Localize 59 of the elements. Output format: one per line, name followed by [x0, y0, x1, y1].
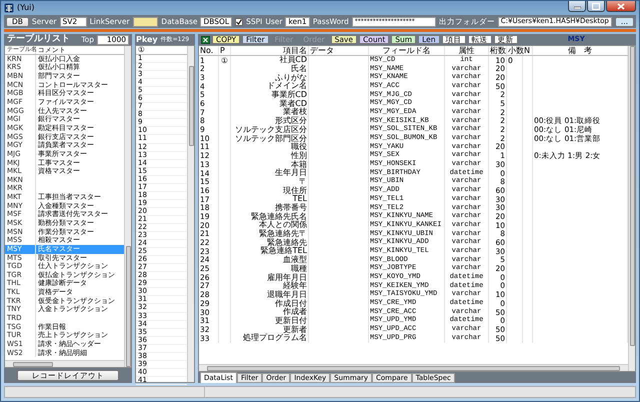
table-cell: 本人との関係: [231, 221, 309, 230]
horizontal-scrollbar[interactable]: [5, 360, 124, 367]
vertical-scrollbar[interactable]: [187, 46, 194, 382]
table-cell: 性別: [231, 152, 309, 160]
vertical-scrollbar[interactable]: [628, 46, 635, 371]
table-cell: 処理プログラム名: [231, 334, 309, 343]
table-cell: 現住所: [231, 186, 309, 195]
maximize-icon: [592, 2, 600, 10]
table-cell: ふりがな: [231, 73, 309, 82]
maximize-button[interactable]: [587, 1, 605, 12]
minimize-button[interactable]: [568, 1, 586, 12]
table-cell: 業者枝: [231, 108, 309, 117]
table-cell: 業者CD: [231, 99, 309, 108]
column-header: 属性: [445, 46, 489, 55]
column-header: 小数: [507, 46, 523, 55]
table-cell: 緊急連絡TEL: [231, 247, 309, 256]
horizontal-scrollbar[interactable]: [199, 364, 628, 371]
column-header: 項目名: [231, 46, 309, 55]
linkserver-field[interactable]: [132, 16, 158, 26]
panel-title: テーブルリスト: [7, 35, 70, 44]
sspi-checkbox[interactable]: [235, 18, 244, 26]
panel-title: Pkey: [136, 36, 158, 44]
table-cell: 形式区分: [231, 116, 309, 126]
window-title: (Yui): [17, 4, 35, 12]
table-cell: 作成者: [231, 308, 309, 317]
table-cell: 事業所CD: [231, 90, 309, 100]
table-cell: 氏名: [231, 64, 309, 74]
column-header: フィールド名: [369, 46, 445, 55]
table-cell: 更新日付: [231, 316, 309, 326]
table-cell: 社員CD: [231, 56, 309, 65]
table-cell: 本籍: [231, 160, 309, 169]
column-header: データ: [309, 46, 369, 55]
close-button[interactable]: [606, 1, 636, 12]
table-cell: TEL: [231, 195, 309, 204]
table-cell: 緊急連絡先〒: [231, 230, 309, 238]
table-cell: 生年月日: [231, 168, 309, 178]
vertical-scrollbar[interactable]: [124, 46, 131, 367]
table-cell: 職役: [231, 142, 309, 152]
column-header: 桁数: [489, 46, 507, 55]
table-cell: 退職年月日: [231, 290, 309, 300]
table-cell: 雇用年月日: [231, 273, 309, 282]
column-header: N: [523, 46, 533, 55]
table-cell: 職種: [231, 264, 309, 274]
table-cell: ソルテック部門区分: [231, 134, 309, 143]
table-cell: 経験年: [231, 282, 309, 291]
column-header: P: [219, 46, 231, 55]
table-cell: 緊急連絡先氏名: [231, 212, 309, 222]
table-cell: 携帯番号: [231, 204, 309, 212]
table-cell: ソルテック支店区分: [231, 126, 309, 134]
close-icon: [617, 2, 625, 10]
table-cell: 作成日付: [231, 299, 309, 308]
table-cell: 緊急連絡先: [231, 238, 309, 248]
table-cell: 血液型: [231, 256, 309, 264]
table-cell: 更新者: [231, 325, 309, 334]
column-header: No.: [199, 46, 219, 55]
table-cell: 〒: [231, 178, 309, 186]
logo-icon: [4, 3, 14, 13]
table-cell: ドメイン名: [231, 82, 309, 91]
spreadsheet-icon[interactable]: [201, 36, 210, 44]
